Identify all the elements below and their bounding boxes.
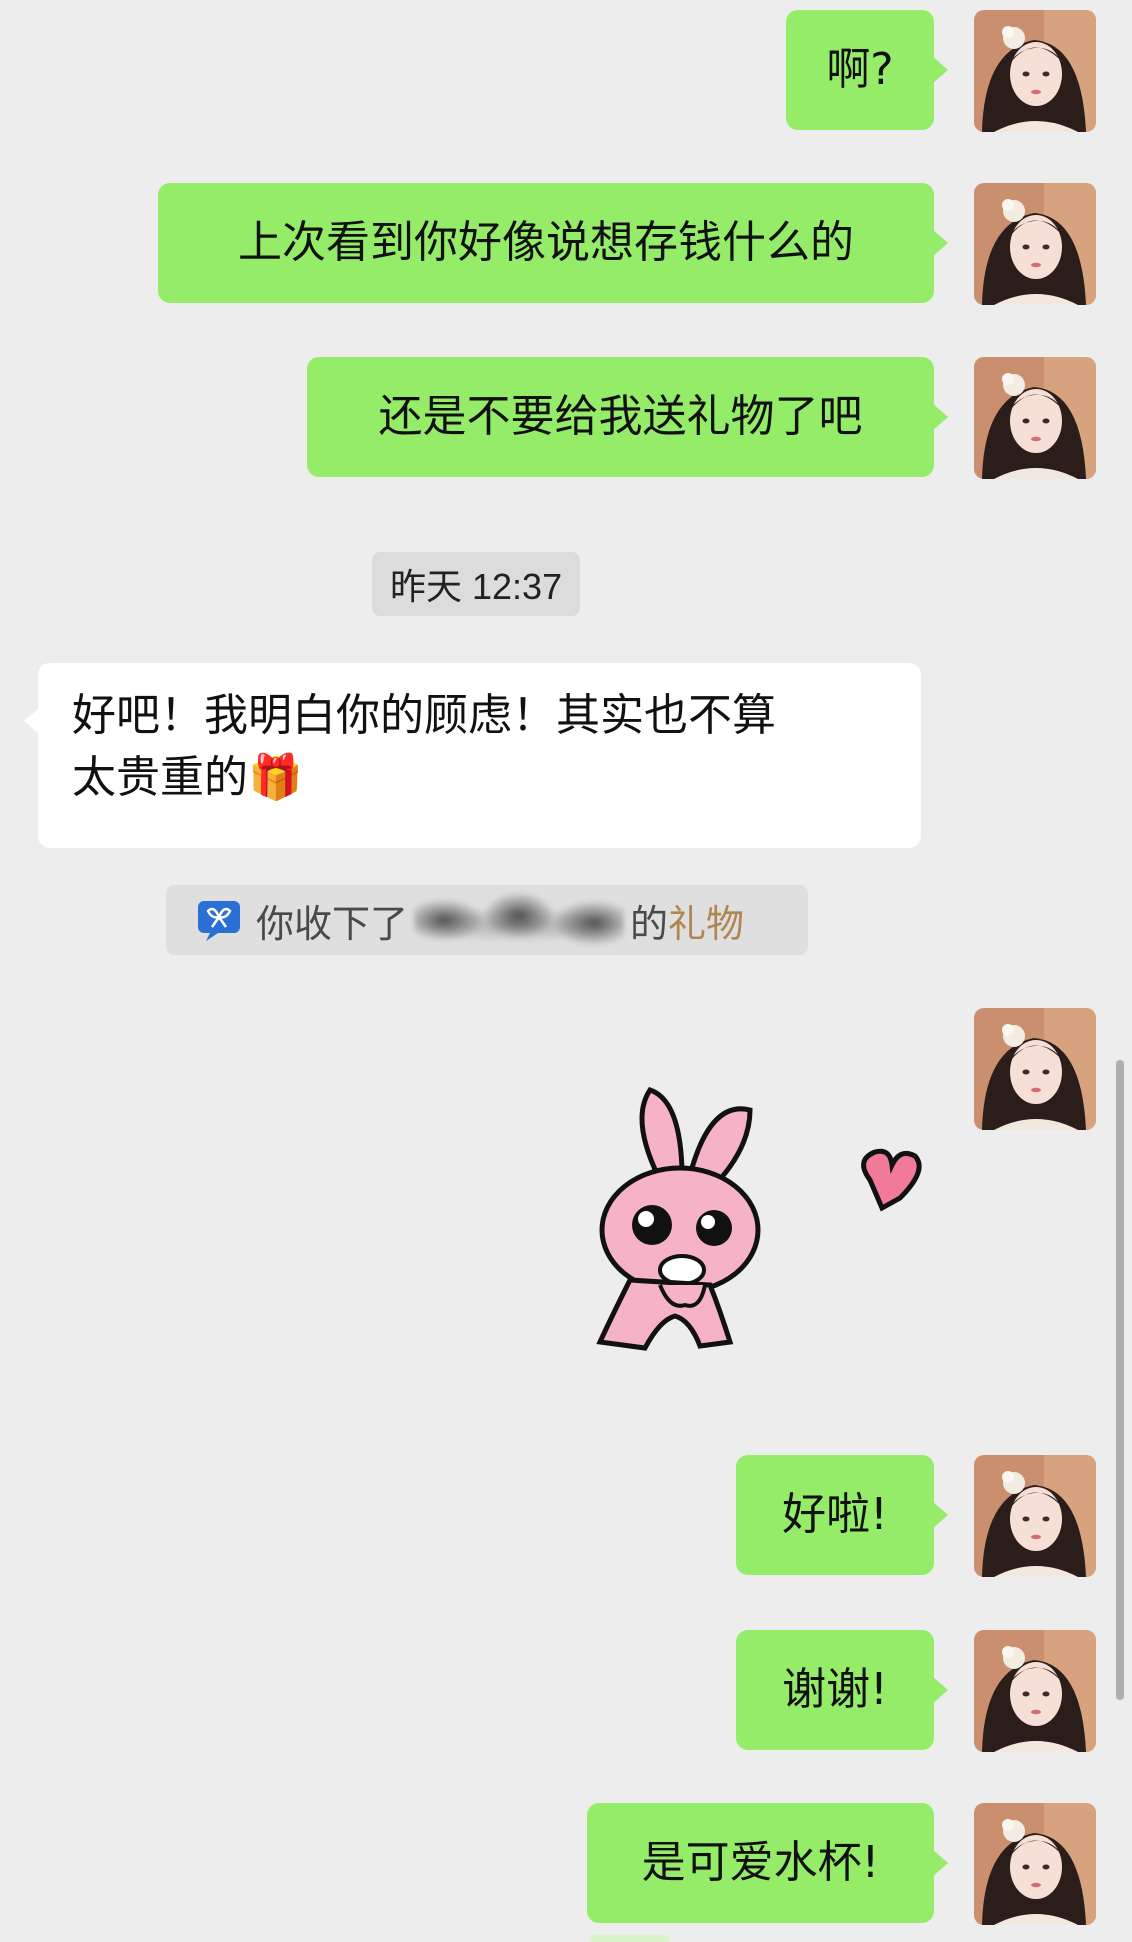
timestamp: 昨天 12:37 (372, 552, 581, 616)
scrollbar[interactable] (1116, 1060, 1124, 1700)
message-bubble[interactable]: 啊? (786, 10, 948, 130)
incoming-message-bubble[interactable]: 好吧！我明白你的顾虑！其实也不算 太贵重的🎁 (24, 663, 921, 848)
message-text: 还是不要给我送礼物了吧 (378, 391, 863, 442)
avatar[interactable] (974, 1630, 1096, 1752)
avatar[interactable] (974, 1455, 1096, 1577)
gift-link[interactable]: 礼物 (668, 893, 744, 948)
message-text: 太贵重的 (72, 752, 248, 803)
message-text: 谢谢! (782, 1664, 888, 1715)
notice-prefix: 你收下了 (256, 901, 409, 946)
avatar[interactable] (974, 183, 1096, 305)
redacted-name (414, 885, 625, 955)
avatar[interactable] (974, 1008, 1096, 1130)
home-indicator (590, 1935, 670, 1942)
message-bubble[interactable]: 是可爱水杯! (587, 1803, 948, 1923)
message-text-line2: 太贵重的🎁 (72, 747, 887, 809)
gift-emoji: 🎁 (248, 752, 303, 803)
gift-ribbon-icon (196, 897, 242, 943)
message-bubble[interactable]: 上次看到你好像说想存钱什么的 (158, 183, 948, 303)
bunny-sticker[interactable] (590, 1080, 930, 1360)
message-bubble[interactable]: 谢谢! (736, 1630, 948, 1750)
notice-suffix: 的 (630, 901, 669, 946)
message-text: 是可爱水杯! (641, 1837, 880, 1888)
message-text: 好啦! (782, 1489, 888, 1540)
avatar[interactable] (974, 1803, 1096, 1925)
message-bubble[interactable]: 还是不要给我送礼物了吧 (307, 357, 948, 477)
message-text-line1: 好吧！我明白你的顾虑！其实也不算 (72, 690, 776, 741)
chat-window: 啊? 上次看到你好像说想存钱什么的 还是不要给我送礼物了吧 昨天 12:37 好… (0, 0, 1132, 1942)
avatar[interactable] (974, 357, 1096, 479)
message-text: 啊? (826, 44, 894, 95)
message-text: 上次看到你好像说想存钱什么的 (238, 217, 854, 268)
gift-system-notice: 你收下了 的 礼物 (166, 885, 808, 955)
avatar[interactable] (974, 10, 1096, 132)
message-bubble[interactable]: 好啦! (736, 1455, 948, 1575)
